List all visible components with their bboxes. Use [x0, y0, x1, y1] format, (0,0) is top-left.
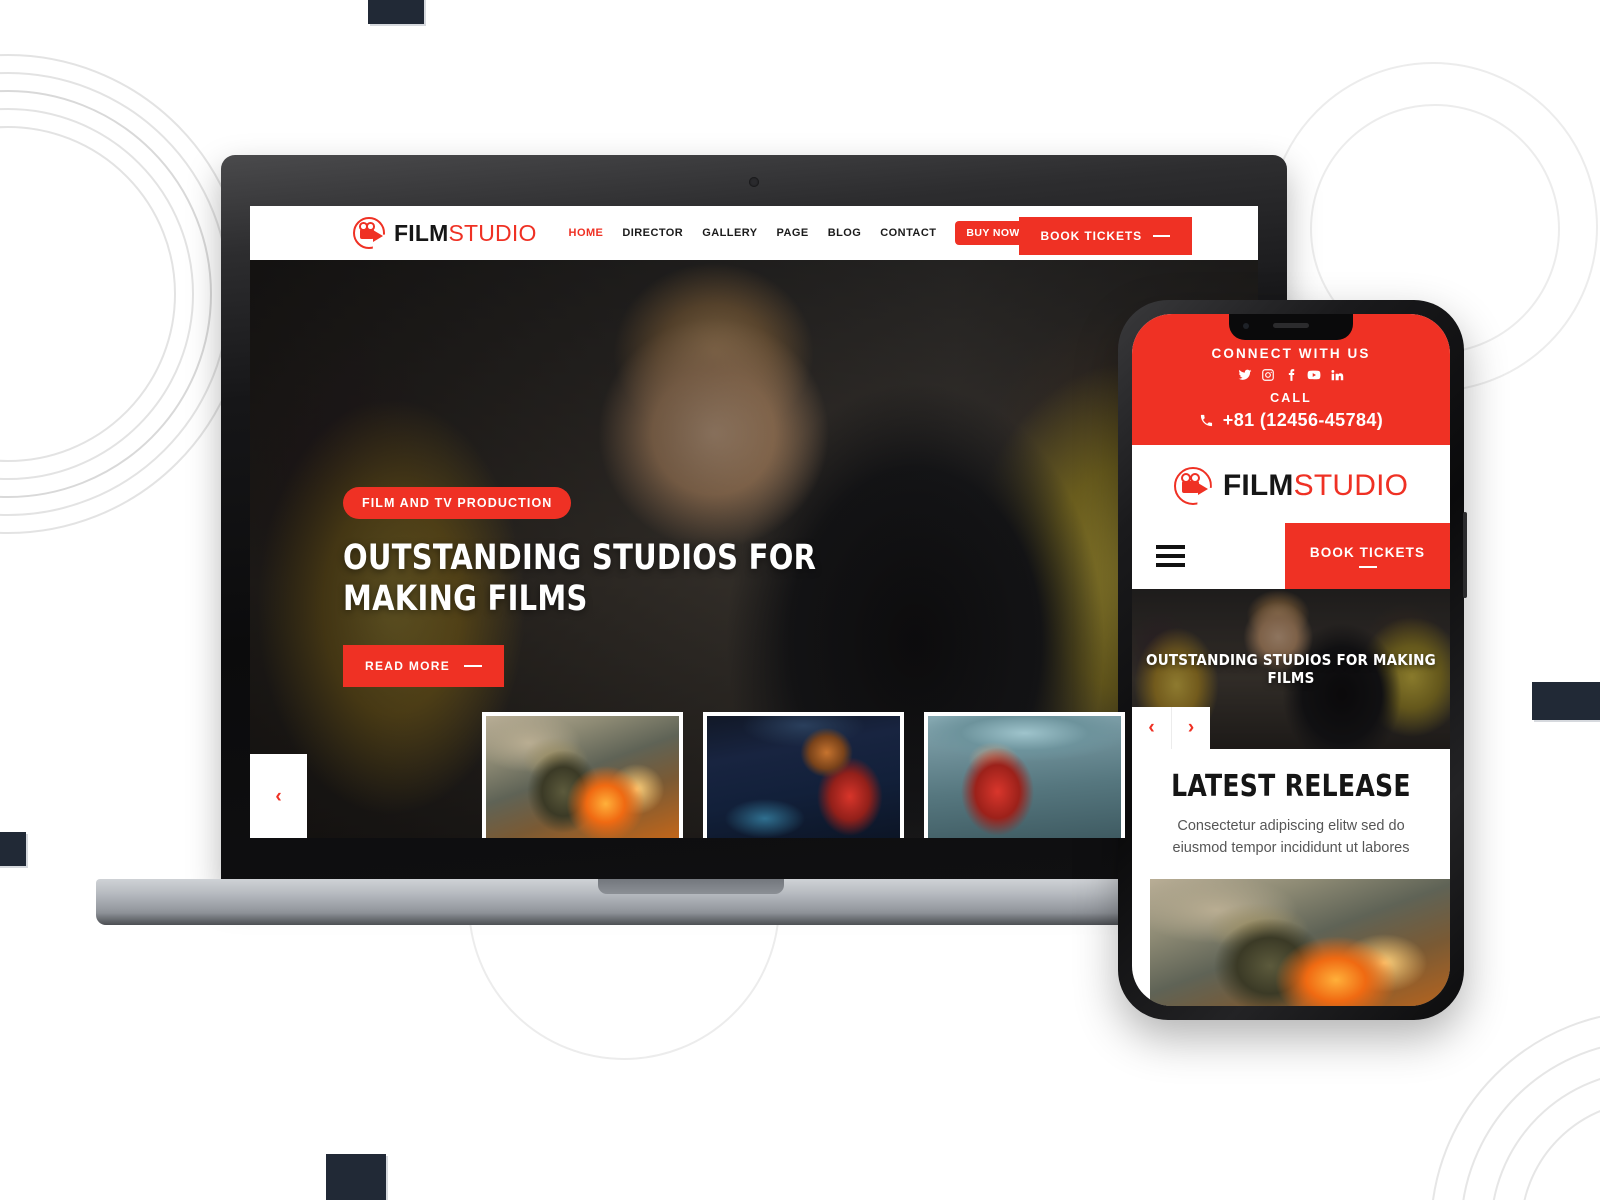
phone-camera-icon [1243, 323, 1249, 329]
desktop-website: FILMSTUDIO HOME DIRECTOR GALLERY PAGE BL… [250, 206, 1258, 838]
hamburger-menu-icon[interactable] [1156, 545, 1185, 567]
hero-heading: OUTSTANDING STUDIOS FOR MAKING FILMS [343, 538, 816, 621]
hero-thumbnail-carousel: ‹ [250, 712, 1258, 838]
mobile-carousel-next-button[interactable]: › [1171, 707, 1210, 749]
laptop-mockup: FILMSTUDIO HOME DIRECTOR GALLERY PAGE BL… [96, 155, 1287, 925]
connect-title: CONNECT WITH US [1211, 346, 1371, 361]
chevron-left-icon: ‹ [1148, 717, 1155, 738]
mockup-canvas: FILMSTUDIO HOME DIRECTOR GALLERY PAGE BL… [0, 0, 1600, 1200]
carousel-prev-button[interactable]: ‹ [250, 754, 307, 838]
mobile-logo-text: FILMSTUDIO [1223, 469, 1408, 503]
phone-side-button[interactable] [1463, 512, 1467, 598]
hero-heading-line-1: OUTSTANDING STUDIOS FOR [343, 538, 817, 578]
nav-item-page[interactable]: PAGE [777, 227, 809, 239]
decor-block-bottom [326, 1154, 386, 1200]
mobile-book-tickets-label: BOOK TICKETS [1309, 544, 1426, 560]
call-label: CALL [1270, 391, 1312, 405]
twitter-icon[interactable] [1238, 368, 1252, 382]
hero-badge: FILM AND TV PRODUCTION [343, 487, 572, 519]
logo-word-film: FILM [1222, 469, 1294, 502]
chevron-left-icon: ‹ [275, 785, 282, 807]
desktop-nav: HOME DIRECTOR GALLERY PAGE BLOG CONTACT … [569, 221, 1031, 245]
hero-heading-line-2: MAKING FILMS [343, 579, 588, 620]
laptop-screen: FILMSTUDIO HOME DIRECTOR GALLERY PAGE BL… [250, 206, 1258, 838]
film-camera-icon [353, 217, 385, 249]
youtube-icon[interactable] [1307, 368, 1321, 382]
book-tickets-button[interactable]: BOOK TICKETS [1018, 217, 1192, 255]
phone-speaker-icon [1273, 323, 1309, 328]
logo-word-studio: STUDIO [448, 219, 537, 246]
mobile-menu-row: BOOK TICKETS [1132, 523, 1450, 589]
mobile-carousel-prev-button[interactable]: ‹ [1132, 707, 1171, 749]
hero-copy: FILM AND TV PRODUCTION OUTSTANDING STUDI… [343, 487, 857, 687]
phone-number-row[interactable]: +81 (12456-45784) [1142, 410, 1440, 431]
decor-block-top [368, 0, 424, 24]
mobile-hero-title: OUTSTANDING STUDIOS FOR MAKING FILMS [1146, 651, 1436, 687]
laptop-base [96, 879, 1286, 925]
linkedin-icon[interactable] [1330, 368, 1344, 382]
phone-notch [1229, 314, 1353, 340]
desktop-header: FILMSTUDIO HOME DIRECTOR GALLERY PAGE BL… [250, 206, 1258, 260]
nav-item-director[interactable]: DIRECTOR [622, 227, 683, 239]
phone-icon [1200, 414, 1212, 427]
mobile-book-tickets-button[interactable]: BOOK TICKETS [1285, 523, 1450, 589]
nav-item-contact[interactable]: CONTACT [880, 227, 936, 239]
mobile-hero: OUTSTANDING STUDIOS FOR MAKING FILMS ‹ › [1132, 589, 1450, 749]
mobile-logo[interactable]: FILMSTUDIO [1132, 445, 1450, 523]
thumbnail-item[interactable] [482, 712, 683, 838]
laptop-base-notch [598, 879, 784, 894]
decor-block-right [1532, 682, 1600, 720]
nav-item-home[interactable]: HOME [569, 227, 604, 239]
thumbnail-row [482, 712, 1125, 838]
latest-release-card[interactable] [1150, 878, 1450, 1006]
desktop-logo[interactable]: FILMSTUDIO [353, 217, 537, 249]
chevron-right-icon: › [1187, 717, 1195, 738]
film-camera-icon [1173, 467, 1212, 505]
logo-word-film: FILM [394, 219, 449, 246]
phone-screen: CONNECT WITH US CALL +81 (12456-45784) F… [1132, 314, 1450, 1006]
phone-mockup: CONNECT WITH US CALL +81 (12456-45784) F… [1118, 300, 1467, 1020]
thumbnail-item[interactable] [703, 712, 904, 838]
laptop-webcam-icon [749, 177, 759, 187]
desktop-logo-text: FILMSTUDIO [394, 220, 537, 247]
social-icons [1142, 368, 1440, 382]
thumbnail-item[interactable] [924, 712, 1125, 838]
decor-block-left [0, 832, 26, 866]
mobile-carousel-arrows: ‹ › [1132, 707, 1210, 749]
phone-number: +81 (12456-45784) [1222, 410, 1384, 430]
dash-accent-icon [1358, 565, 1377, 568]
read-more-button[interactable]: READ MORE [343, 644, 505, 687]
facebook-icon[interactable] [1284, 368, 1298, 382]
logo-word-studio: STUDIO [1293, 469, 1409, 502]
nav-item-gallery[interactable]: GALLERY [702, 227, 757, 239]
instagram-icon[interactable] [1261, 368, 1275, 382]
nav-item-blog[interactable]: BLOG [828, 227, 862, 239]
desktop-hero: FILM AND TV PRODUCTION OUTSTANDING STUDI… [250, 260, 1258, 838]
